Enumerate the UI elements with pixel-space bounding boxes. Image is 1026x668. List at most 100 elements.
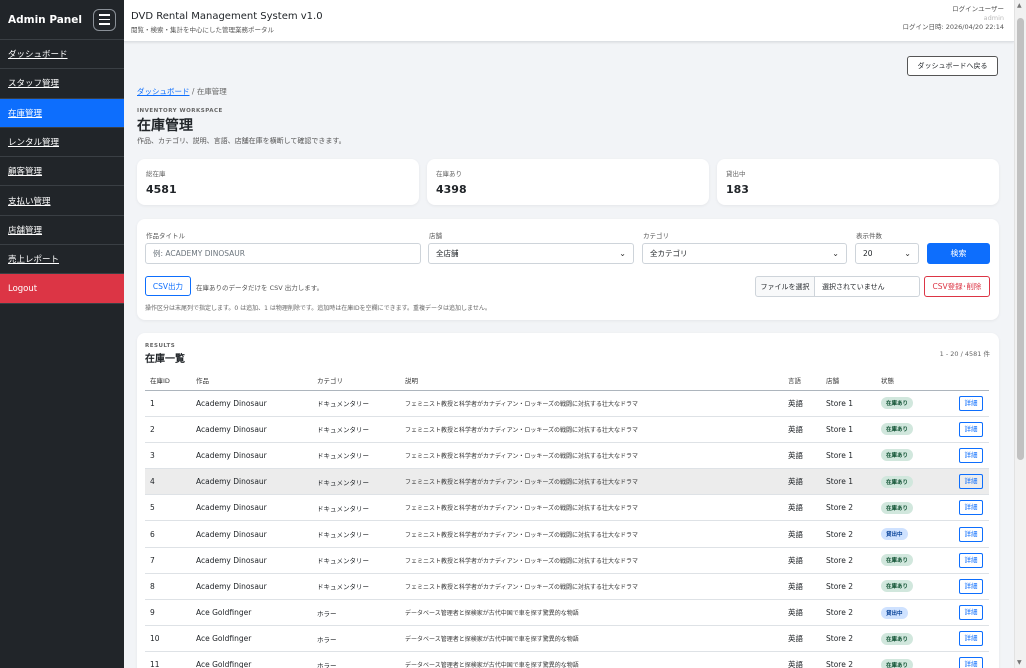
status-badge: 在庫あり <box>881 580 914 593</box>
cell-actions: 詳細 <box>954 547 989 574</box>
detail-button[interactable]: 詳細 <box>959 552 983 568</box>
cell-language: 英語 <box>783 494 821 522</box>
logout-button[interactable]: Logout <box>0 274 124 304</box>
cell-description: フェミニスト教授と科学者がカナディアン・ロッキーズの戦闘に対抗する壮大なドラマ <box>400 573 783 601</box>
cell-inventory-id: 3 <box>145 442 191 470</box>
column-header-actions <box>954 371 989 391</box>
brand-title: Admin Panel <box>8 13 83 26</box>
cell-actions: 詳細 <box>954 625 989 653</box>
cell-actions: 詳細 <box>954 390 989 417</box>
cell-language: 英語 <box>783 520 821 548</box>
detail-button[interactable]: 詳細 <box>959 500 983 516</box>
back-to-dashboard-button[interactable]: ダッシュボードへ戻る <box>907 56 998 76</box>
detail-button[interactable]: 詳細 <box>959 421 983 437</box>
cell-inventory-id: 9 <box>145 599 191 627</box>
login-info: ログインユーザー admin ログイン日時: 2026/04/20 22:14 <box>902 5 1004 31</box>
sidebar-item-rental[interactable]: レンタル管理 <box>0 128 124 158</box>
cell-title: Ace Goldfinger <box>191 651 312 668</box>
cell-category: ドキュメンタリー <box>312 416 400 443</box>
scroll-up-icon[interactable]: ▲ <box>1017 2 1022 9</box>
column-header-store[interactable]: 店舗 <box>821 371 876 391</box>
csv-export-note: 在庫ありのデータだけを CSV 出力します。 <box>196 284 324 292</box>
table-row[interactable]: 6 Academy Dinosaur ドキュメンタリー フェミニスト教授と科学者がカナ… <box>145 520 989 548</box>
sidebar-item-sales-report[interactable]: 売上レポート <box>0 245 124 275</box>
limit-select[interactable]: 20 ⌄ <box>855 243 919 264</box>
search-button[interactable]: 検索 <box>927 243 990 264</box>
table-row[interactable]: 2 Academy Dinosaur ドキュメンタリー フェミニスト教授と科学者がカナ… <box>145 416 989 443</box>
column-header-language[interactable]: 言語 <box>783 371 821 391</box>
cell-inventory-id: 2 <box>145 416 191 443</box>
file-select-button[interactable]: ファイルを選択 <box>755 276 815 297</box>
table-row[interactable]: 4 Academy Dinosaur ドキュメンタリー フェミニスト教授と科学者がカナ… <box>145 468 989 496</box>
breadcrumb-home-link[interactable]: ダッシュボード <box>137 87 190 96</box>
column-header-title[interactable]: 作品 <box>191 371 312 391</box>
category-filter-label: カテゴリ <box>643 232 669 240</box>
status-badge: 貸出中 <box>881 606 908 619</box>
sidebar-item-customer[interactable]: 顧客管理 <box>0 157 124 187</box>
cell-language: 英語 <box>783 547 821 574</box>
column-header-id[interactable]: 在庫ID <box>145 371 191 391</box>
table-row[interactable]: 1 Academy Dinosaur ドキュメンタリー フェミニスト教授と科学者がカナ… <box>145 390 989 417</box>
table-row[interactable]: 10 Ace Goldfinger ホラー データベース管理者と探検家が古代中国で車を… <box>145 625 989 653</box>
cell-actions: 詳細 <box>954 651 989 668</box>
hamburger-menu-icon[interactable] <box>93 8 116 31</box>
detail-button[interactable]: 詳細 <box>959 578 983 594</box>
csv-export-button[interactable]: CSV出力 <box>145 276 191 296</box>
stat-label: 貸出中 <box>726 170 746 178</box>
stat-label: 在庫あり <box>436 170 462 178</box>
sidebar-item-store[interactable]: 店舗管理 <box>0 216 124 246</box>
csv-import-delete-button[interactable]: CSV登録･削除 <box>924 276 990 297</box>
detail-button[interactable]: 詳細 <box>959 631 983 647</box>
chevron-down-icon: ⌄ <box>619 249 626 258</box>
column-header-description[interactable]: 説明 <box>400 371 783 391</box>
sidebar-item-staff[interactable]: スタッフ管理 <box>0 69 124 99</box>
detail-button[interactable]: 詳細 <box>959 526 983 542</box>
cell-category: ドキュメンタリー <box>312 494 400 522</box>
sidebar-item-inventory[interactable]: 在庫管理 <box>0 98 124 128</box>
sidebar-item-payment[interactable]: 支払い管理 <box>0 186 124 216</box>
page-eyebrow: INVENTORY WORKSPACE <box>137 108 223 114</box>
table-row[interactable]: 11 Ace Goldfinger ホラー データベース管理者と探検家が古代中国で車を… <box>145 651 989 668</box>
cell-store: Store 2 <box>821 494 876 522</box>
cell-store: Store 2 <box>821 625 876 653</box>
stat-value: 183 <box>726 183 749 196</box>
login-user: admin <box>983 13 1004 22</box>
cell-status: 貸出中 <box>876 520 954 548</box>
scroll-down-icon[interactable]: ▼ <box>1017 659 1022 666</box>
cell-description: データベース管理者と探検家が古代中国で車を探す驚異的な物語 <box>400 625 783 653</box>
category-select[interactable]: 全カテゴリ ⌄ <box>642 243 847 264</box>
cell-language: 英語 <box>783 416 821 443</box>
detail-button[interactable]: 詳細 <box>959 605 983 621</box>
login-time: ログイン日時: 2026/04/20 22:14 <box>902 22 1004 31</box>
status-badge: 在庫あり <box>881 449 914 462</box>
cell-store: Store 2 <box>821 651 876 668</box>
title-search-input[interactable]: 例: ACADEMY DINOSAUR <box>145 243 421 264</box>
sidebar-item-dashboard[interactable]: ダッシュボード <box>0 40 124 70</box>
cell-description: データベース管理者と探検家が古代中国で車を探す驚異的な物語 <box>400 651 783 668</box>
cell-actions: 詳細 <box>954 468 989 496</box>
store-select[interactable]: 全店舗 ⌄ <box>428 243 634 264</box>
column-header-status[interactable]: 状態 <box>876 371 954 391</box>
detail-button[interactable]: 詳細 <box>959 657 983 668</box>
page-scrollbar[interactable]: ▲ ▼ <box>1014 0 1026 668</box>
store-select-value: 全店舗 <box>436 249 459 258</box>
detail-button[interactable]: 詳細 <box>959 395 983 411</box>
cell-inventory-id: 1 <box>145 390 191 417</box>
cell-category: ホラー <box>312 599 400 627</box>
category-select-value: 全カテゴリ <box>650 249 688 258</box>
table-row[interactable]: 7 Academy Dinosaur ドキュメンタリー フェミニスト教授と科学者がカナ… <box>145 547 989 574</box>
results-card: RESULTS 在庫一覧 1 - 20 / 4581 件 在庫ID 作品 カテゴ… <box>137 333 999 668</box>
column-header-category[interactable]: カテゴリ <box>312 371 400 391</box>
table-row[interactable]: 3 Academy Dinosaur ドキュメンタリー フェミニスト教授と科学者がカナ… <box>145 442 989 470</box>
detail-button[interactable]: 詳細 <box>959 447 983 463</box>
cell-language: 英語 <box>783 390 821 417</box>
cell-inventory-id: 6 <box>145 520 191 548</box>
table-row[interactable]: 8 Academy Dinosaur ドキュメンタリー フェミニスト教授と科学者がカナ… <box>145 573 989 601</box>
cell-actions: 詳細 <box>954 573 989 601</box>
table-row[interactable]: 5 Academy Dinosaur ドキュメンタリー フェミニスト教授と科学者がカナ… <box>145 494 989 522</box>
table-row[interactable]: 9 Ace Goldfinger ホラー データベース管理者と探検家が古代中国で車を探… <box>145 599 989 627</box>
sidebar-nav: ダッシュボード スタッフ管理 在庫管理 レンタル管理 顧客管理 支払い管理 店舗… <box>0 40 124 304</box>
main-content: DVD Rental Management System v1.0 閲覧・検索・… <box>124 0 1014 668</box>
detail-button[interactable]: 詳細 <box>959 474 983 490</box>
scrollbar-thumb[interactable] <box>1017 18 1024 460</box>
